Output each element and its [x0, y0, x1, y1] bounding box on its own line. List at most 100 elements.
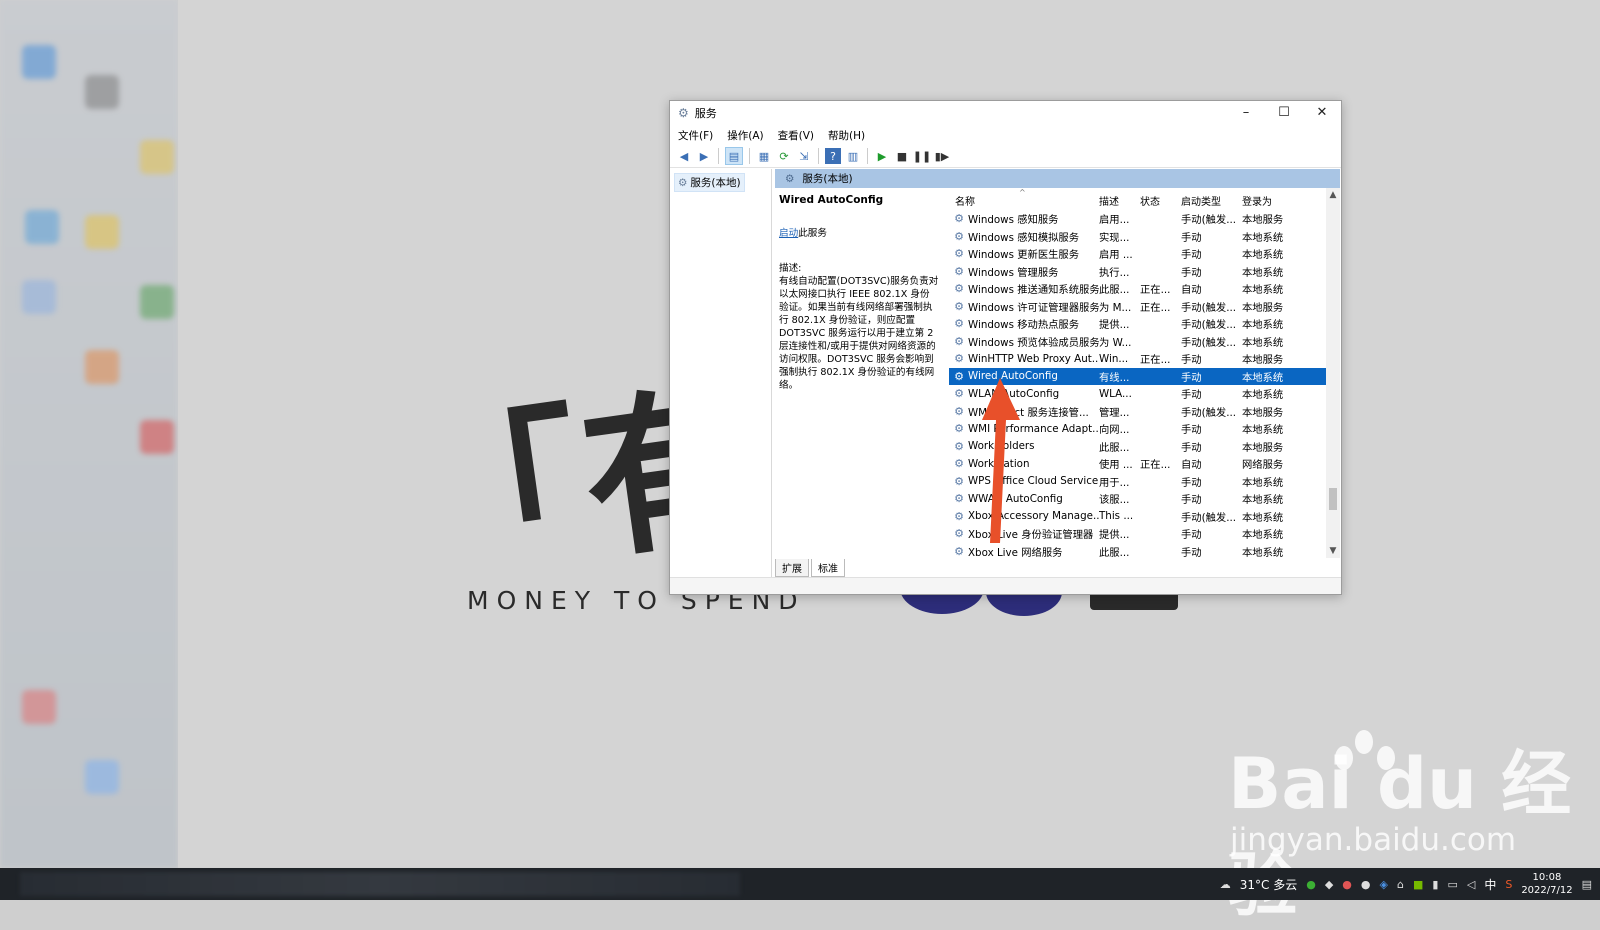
selected-service-name: Wired AutoConfig	[779, 194, 884, 206]
cell-desc: 提供...	[1099, 529, 1130, 542]
watermark-url: jingyan.baidu.com	[1230, 822, 1517, 858]
display-icon[interactable]: ▭	[1447, 878, 1457, 891]
taskbar-apps-blurred[interactable]	[20, 872, 740, 896]
cell-startup: 手动(触发...	[1181, 319, 1237, 332]
wechat-icon[interactable]: ●	[1306, 878, 1316, 891]
desktop-app-icon[interactable]	[85, 215, 119, 249]
cell-logon: 本地系统	[1242, 371, 1284, 384]
cell-desc: 使用 ...	[1099, 459, 1133, 472]
view-tabs: 扩展 标准	[775, 559, 845, 577]
volume-icon[interactable]: ◁	[1467, 878, 1475, 891]
tree-item-services-local[interactable]: ⚙ 服务(本地)	[674, 173, 745, 192]
toolbar-divider	[718, 148, 719, 164]
pane-header-title: 服务(本地)	[802, 173, 853, 185]
notification-icon[interactable]: ▤	[1582, 878, 1592, 891]
vertical-scrollbar[interactable]: ▲ ▼	[1326, 188, 1340, 558]
back-icon[interactable]: ◀	[676, 148, 692, 164]
stop-service-icon[interactable]: ■	[894, 148, 910, 164]
table-row[interactable]: ⚙ Windows 预览体验成员服务为 W... 手动(触发... 本地系统	[949, 333, 1327, 351]
sort-ascending-icon: ^	[1019, 188, 1026, 197]
cell-name: ⚙ Windows 移动热点服务	[949, 316, 1099, 331]
forward-icon[interactable]: ▶	[696, 148, 712, 164]
shield-icon[interactable]: ◈	[1380, 878, 1388, 891]
clock[interactable]: 10:08 2022/7/12	[1521, 871, 1572, 897]
col-header-startup[interactable]: 启动类型	[1181, 193, 1242, 208]
cell-status: 正在...	[1140, 354, 1171, 367]
table-row[interactable]: ⚙ Windows 感知服务 启用... 手动(触发... 本地服务	[949, 210, 1327, 228]
cell-desc: This ...	[1099, 510, 1134, 523]
cell-name: ⚙ Windows 预览体验成员服务	[949, 334, 1099, 349]
col-header-logon[interactable]: 登录为	[1242, 193, 1294, 208]
table-row[interactable]: ⚙ WinHTTP Web Proxy Aut... Win... 正在... 手动 本地…	[949, 350, 1327, 368]
service-gear-icon: ⚙	[954, 282, 964, 296]
maximize-button[interactable]: ☐	[1265, 101, 1303, 125]
start-service-icon[interactable]: ▶	[874, 148, 890, 164]
menu-view[interactable]: 查看(V)	[778, 128, 814, 143]
weather-text[interactable]: 31°C 多云	[1240, 876, 1297, 893]
desktop-app-icon[interactable]	[22, 280, 56, 314]
cell-logon: 本地系统	[1242, 546, 1284, 558]
refresh-icon[interactable]: ⟳	[776, 148, 792, 164]
export-list-icon[interactable]: ⇲	[796, 148, 812, 164]
cell-startup: 手动	[1181, 494, 1202, 507]
table-row[interactable]: ⚙ Windows 推送通知系统服务 此服... 正在... 自动 本地系统	[949, 280, 1327, 298]
menu-help[interactable]: 帮助(H)	[828, 128, 865, 143]
scroll-down-icon[interactable]: ▼	[1326, 546, 1340, 556]
security-icon[interactable]: ◆	[1325, 878, 1333, 891]
table-row[interactable]: ⚙ Windows 更新医生服务 启用 ... 手动 本地系统	[949, 245, 1327, 263]
desktop-app-icon[interactable]	[85, 75, 119, 109]
sogou-input-icon[interactable]: S	[1505, 878, 1512, 891]
desktop-app-icon[interactable]	[140, 140, 174, 174]
cell-startup: 手动	[1181, 476, 1202, 489]
start-service-link[interactable]: 启动	[779, 228, 798, 239]
cell-startup: 自动	[1181, 284, 1202, 297]
menu-action[interactable]: 操作(A)	[727, 128, 763, 143]
tray-app-icon[interactable]: ●	[1342, 878, 1352, 891]
table-row[interactable]: ⚙ Windows 感知模拟服务 实现... 手动 本地系统	[949, 228, 1327, 246]
microphone-icon[interactable]: ▮	[1432, 878, 1438, 891]
col-header-desc[interactable]: 描述	[1099, 193, 1140, 208]
cell-desc: 该服...	[1099, 494, 1130, 507]
desktop-app-icon[interactable]	[85, 760, 119, 794]
cell-desc: 管理...	[1099, 406, 1130, 419]
desktop-app-icon[interactable]	[22, 690, 56, 724]
desktop-app-icon[interactable]	[22, 45, 56, 79]
cell-desc: 执行...	[1099, 266, 1130, 279]
nvidia-icon[interactable]: ■	[1413, 878, 1423, 891]
scroll-up-icon[interactable]: ▲	[1326, 190, 1340, 200]
show-hide-tree-icon[interactable]: ▤	[725, 147, 743, 165]
cell-logon: 本地服务	[1242, 214, 1284, 227]
close-button[interactable]: ✕	[1303, 101, 1341, 125]
qq-icon[interactable]: ●	[1361, 878, 1371, 891]
desktop-app-icon[interactable]	[25, 210, 59, 244]
pause-service-icon[interactable]: ❚❚	[913, 148, 931, 164]
table-row[interactable]: ⚙ Windows 移动热点服务 提供... 手动(触发... 本地系统	[949, 315, 1327, 333]
menu-file[interactable]: 文件(F)	[678, 128, 713, 143]
tab-standard[interactable]: 标准	[811, 559, 845, 577]
weather-cloud-icon[interactable]: ☁	[1220, 878, 1231, 891]
minimize-button[interactable]: –	[1227, 101, 1265, 125]
cell-startup: 手动	[1181, 231, 1202, 244]
table-row[interactable]: ⚙ Windows 许可证管理器服务为 M... 正在... 手动(触发... 本地服务	[949, 298, 1327, 316]
desktop-app-icon[interactable]	[85, 350, 119, 384]
cell-logon: 本地系统	[1242, 249, 1284, 262]
tab-extended[interactable]: 扩展	[775, 559, 809, 577]
service-gear-icon: ⚙	[954, 212, 964, 226]
restart-service-icon[interactable]: ▮▶	[934, 148, 950, 164]
network-icon[interactable]: ⌂	[1397, 878, 1404, 891]
cell-startup: 手动	[1181, 529, 1202, 542]
scroll-thumb[interactable]	[1329, 488, 1337, 510]
status-bar	[670, 577, 1341, 594]
cell-status: 正在...	[1140, 301, 1171, 314]
cell-startup: 手动	[1181, 354, 1202, 367]
desktop-app-icon[interactable]	[140, 420, 174, 454]
ime-indicator[interactable]: 中	[1484, 876, 1496, 893]
table-row[interactable]: ⚙ Windows 管理服务 执行... 手动 本地系统	[949, 263, 1327, 281]
properties-icon[interactable]: ▦	[756, 148, 772, 164]
title-bar[interactable]: ⚙ 服务 – ☐ ✕	[670, 101, 1341, 125]
help-icon[interactable]: ?	[825, 148, 841, 164]
service-name-text: Windows 预览体验成员服务	[968, 336, 1099, 349]
console-icon[interactable]: ▥	[845, 148, 861, 164]
col-header-status[interactable]: 状态	[1140, 193, 1181, 208]
desktop-app-icon[interactable]	[140, 285, 174, 319]
